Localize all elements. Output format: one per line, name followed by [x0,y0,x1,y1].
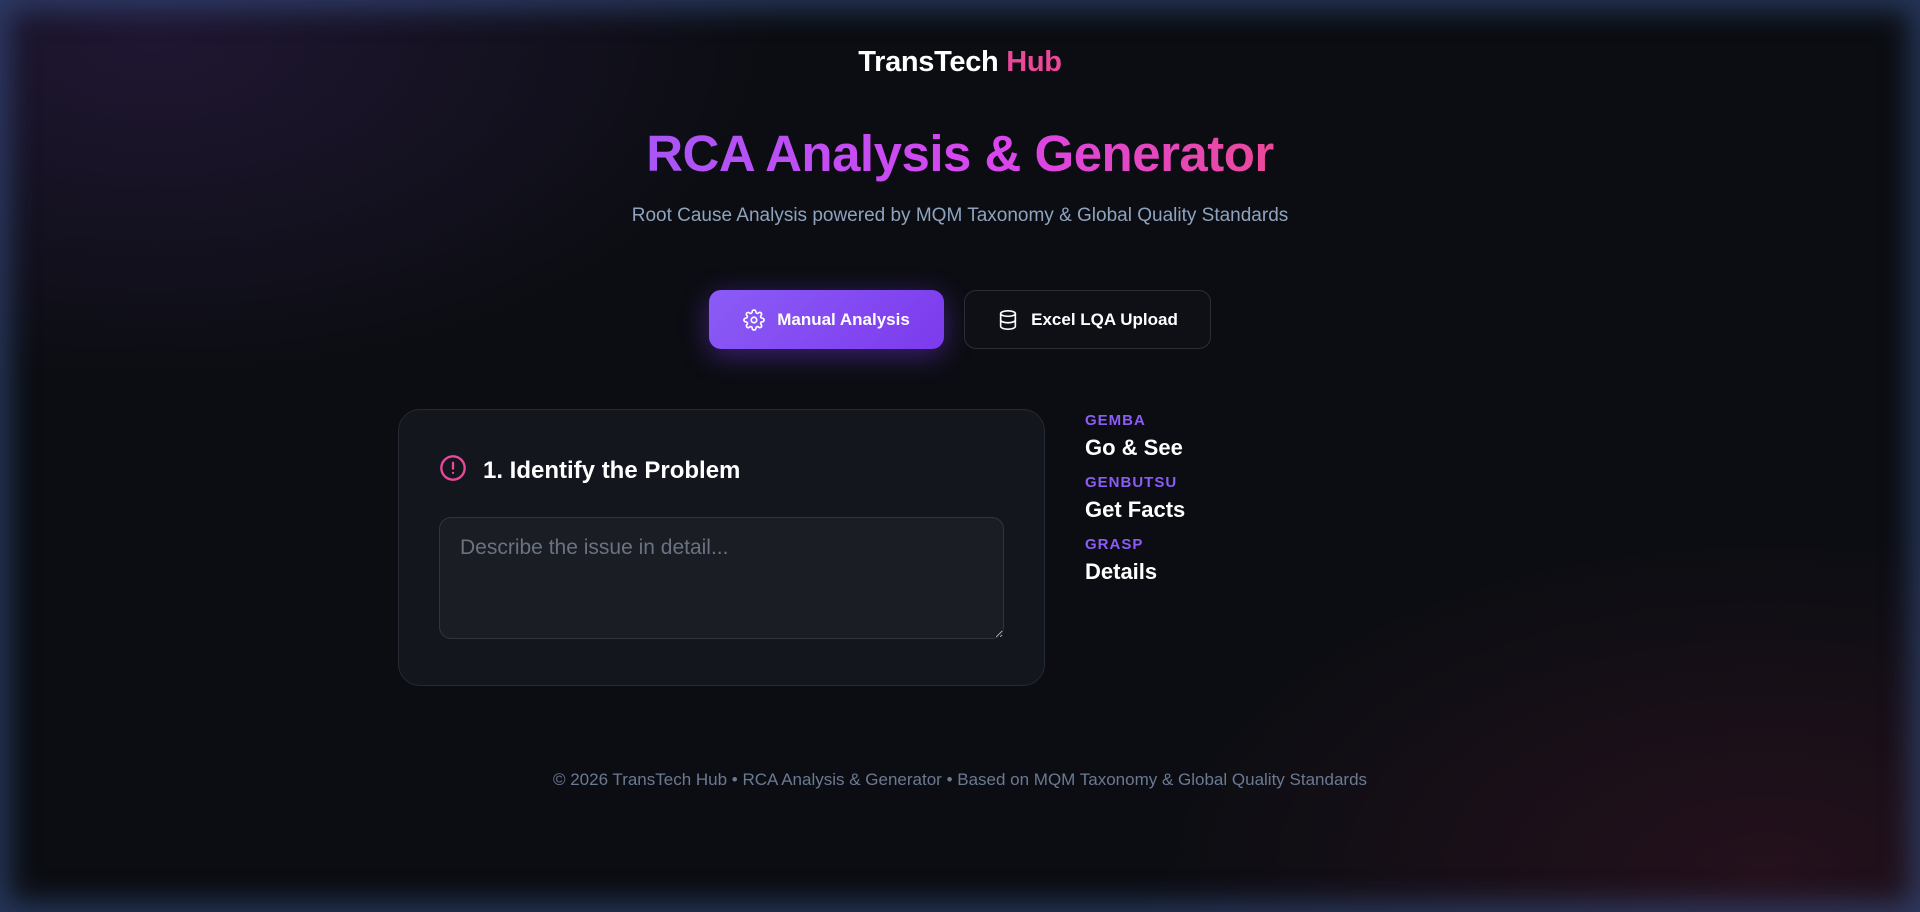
page-title: RCA Analysis & Generator [0,124,1920,183]
principle-value: Go & See [1085,435,1183,460]
principle-label: GRASP [1085,536,1144,553]
principles-list: GEMBA Go & See GENBUTSU Get Facts GRASP … [1085,411,1345,597]
database-icon [997,309,1019,331]
principle-item: GEMBA Go & See [1085,411,1345,473]
principle-label: GENBUTSU [1085,474,1178,491]
card-title: 1. Identify the Problem [483,456,741,484]
brand-accent: Hub [1006,46,1062,78]
excel-lqa-upload-button[interactable]: Excel LQA Upload [964,290,1211,349]
manual-analysis-button[interactable]: Manual Analysis [709,290,944,349]
brand-logo[interactable]: TransTech Hub [0,46,1920,79]
excel-lqa-upload-label: Excel LQA Upload [1031,309,1178,329]
gear-icon [743,308,766,331]
principle-item: GRASP Details [1085,535,1345,597]
principle-value: Details [1085,559,1158,584]
brand-name: TransTech [858,46,999,78]
page-title-text: RCA Analysis & Generator [646,125,1274,182]
alert-circle-icon [439,454,467,487]
identify-problem-card: 1. Identify the Problem [398,409,1045,686]
principle-label: GEMBA [1085,412,1146,429]
principle-value: Get Facts [1085,497,1186,522]
problem-description-input[interactable] [439,517,1004,639]
card-header: 1. Identify the Problem [439,454,740,487]
app-frame: TransTech Hub RCA Analysis & Generator R… [0,0,1920,912]
manual-analysis-label: Manual Analysis [777,309,910,329]
principle-item: GENBUTSU Get Facts [1085,473,1345,535]
footer-text: © 2026 TransTech Hub • RCA Analysis & Ge… [552,770,1368,789]
page-subtitle: Root Cause Analysis powered by MQM Taxon… [631,205,1289,226]
